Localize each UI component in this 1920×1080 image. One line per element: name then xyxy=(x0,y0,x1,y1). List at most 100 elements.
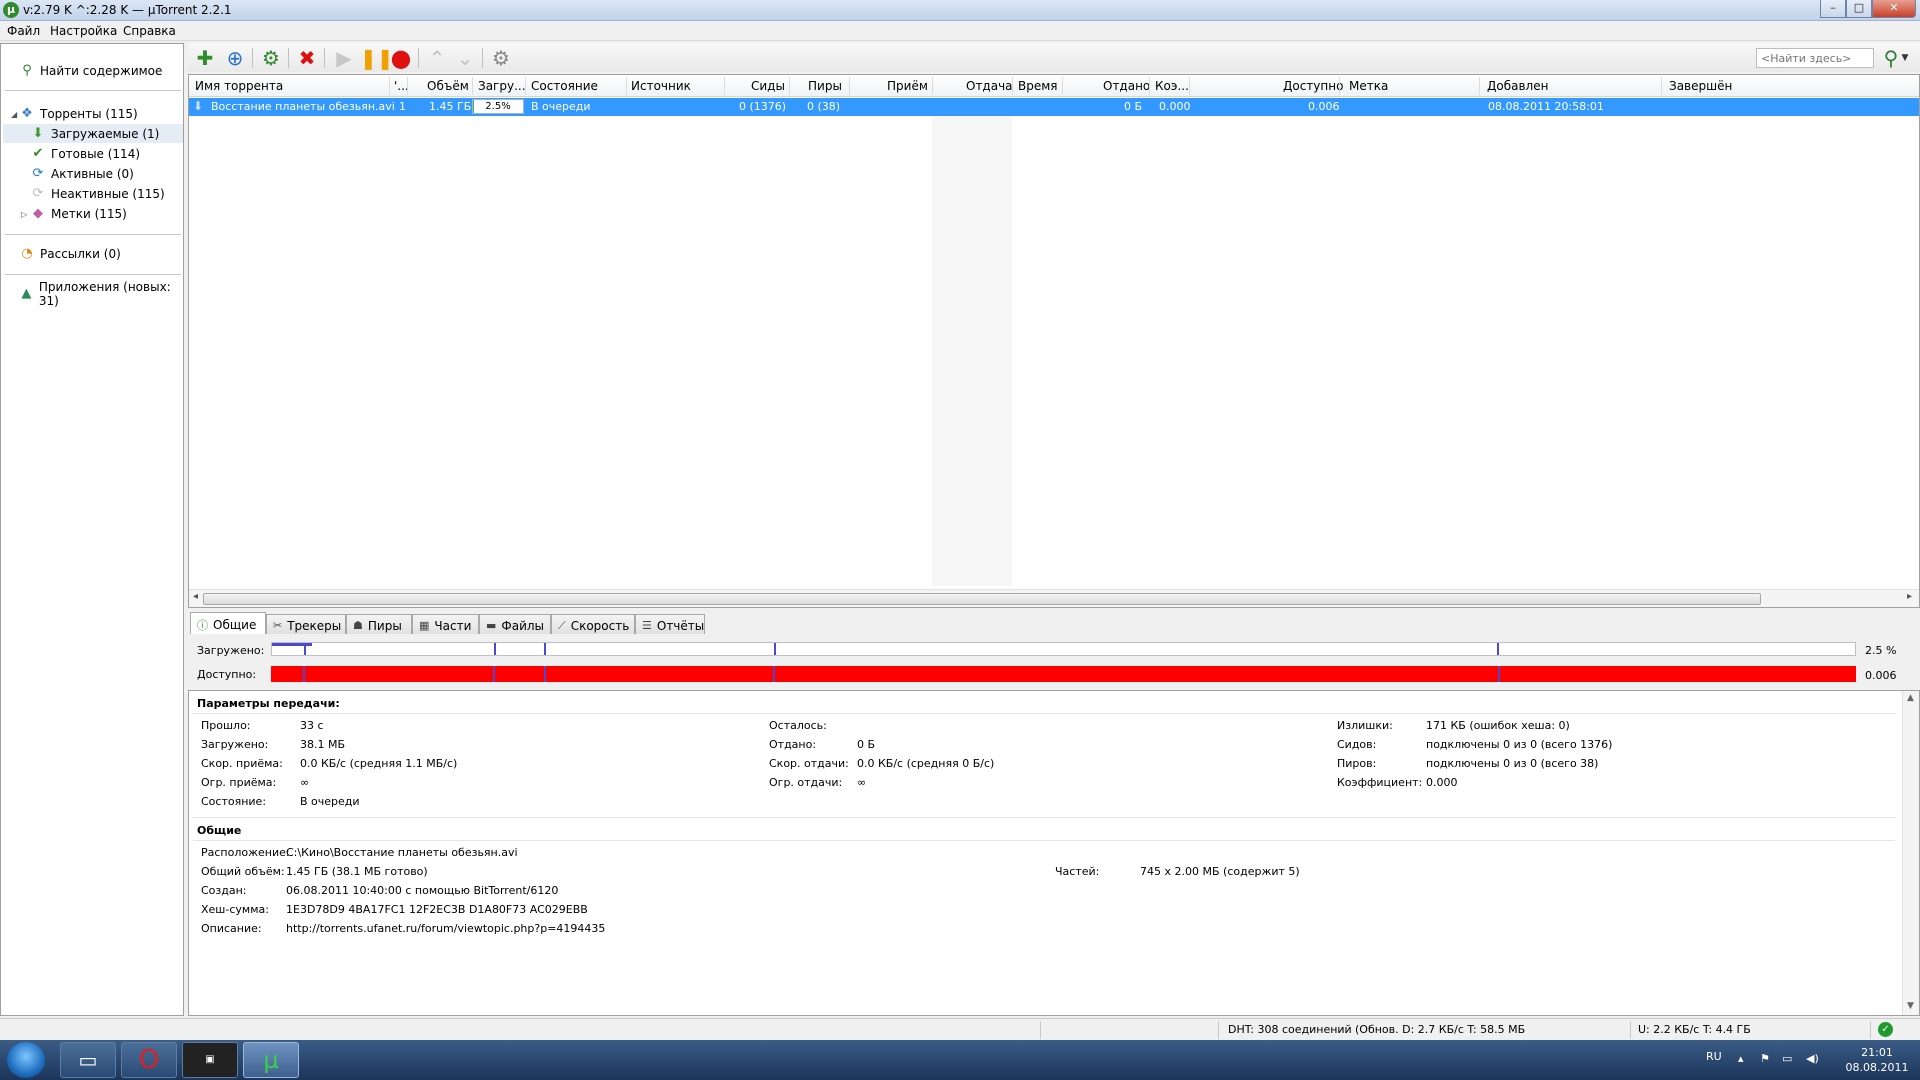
sidebar-item-downloading[interactable]: ⬇ Загружаемые (1) xyxy=(3,124,183,143)
torrent-name: Восстание планеты обезьян.avi xyxy=(211,100,395,113)
col-divider[interactable] xyxy=(1661,77,1662,95)
menu-file[interactable]: Файл xyxy=(7,24,40,38)
downloaded-pieces-bar xyxy=(271,642,1856,656)
sidebar-item-find-content[interactable]: ⚲ Найти содержимое xyxy=(19,61,179,80)
volume-tray-icon[interactable]: ◀) xyxy=(1806,1052,1819,1065)
minimize-button[interactable]: – xyxy=(1820,0,1846,18)
scroll-right-icon[interactable]: ▸ xyxy=(1907,591,1912,602)
sidebar-item-completed[interactable]: ✔ Готовые (114) xyxy=(30,144,180,163)
move-down-button[interactable]: ⌄ xyxy=(452,46,478,70)
close-button[interactable]: ✕ xyxy=(1872,0,1916,18)
col-header-download-speed[interactable]: Приём xyxy=(887,79,928,93)
sidebar-item-inactive[interactable]: ⟳ Неактивные (115) xyxy=(30,184,180,203)
sidebar-item-torrents[interactable]: ❖ Торренты (115) xyxy=(19,104,179,123)
collapse-triangle-icon[interactable]: ◢ xyxy=(11,110,17,119)
sidebar-item-labels[interactable]: ◆ Метки (115) xyxy=(30,204,180,223)
start-button[interactable] xyxy=(7,1042,45,1078)
upload-status[interactable]: U: 2.2 КБ/с T: 4.4 ГБ xyxy=(1638,1023,1751,1036)
stop-button[interactable]: ● xyxy=(388,46,414,70)
col-divider[interactable] xyxy=(407,77,408,95)
download-status[interactable]: (Обнов. D: 2.7 КБ/с T: 58.5 МБ xyxy=(1355,1023,1525,1036)
horizontal-scrollbar[interactable]: ◂ ▸ xyxy=(189,589,1919,607)
remove-button[interactable]: ✖ xyxy=(294,46,320,70)
sidebar-item-active[interactable]: ⟳ Активные (0) xyxy=(30,164,180,183)
search-dropdown-chevron-icon[interactable]: ▼ xyxy=(1898,46,1912,70)
preferences-gear-button[interactable]: ⚙ xyxy=(488,46,514,70)
language-indicator[interactable]: RU xyxy=(1706,1050,1722,1063)
col-divider[interactable] xyxy=(389,77,390,95)
tray-clock[interactable]: 21:01 08.08.2011 xyxy=(1842,1045,1912,1075)
tab-files[interactable]: ▬ Файлы xyxy=(479,614,551,634)
rss-icon: ◔ xyxy=(21,245,33,261)
scrollbar-thumb[interactable] xyxy=(203,593,1761,605)
col-divider[interactable] xyxy=(626,77,627,95)
add-torrent-button[interactable]: ✚ xyxy=(192,46,218,70)
tab-trackers[interactable]: ✂ Трекеры xyxy=(266,614,346,634)
col-divider[interactable] xyxy=(1012,77,1013,95)
explorer-taskbar-icon[interactable]: ▭ xyxy=(60,1042,116,1078)
upload-speed-value: 0.0 КБ/с (средняя 0 Б/с) xyxy=(857,757,995,770)
move-up-button[interactable]: ⌃ xyxy=(424,46,450,70)
network-ok-icon[interactable]: ✓ xyxy=(1878,1022,1893,1037)
col-header-name[interactable]: Имя торрента xyxy=(195,79,283,93)
tab-general[interactable]: ⓘ Общие xyxy=(190,612,266,634)
pause-button[interactable]: ❚❚ xyxy=(360,46,394,70)
col-divider[interactable] xyxy=(472,77,473,95)
utorrent-taskbar-icon[interactable]: µ xyxy=(243,1042,299,1078)
scroll-left-icon[interactable]: ◂ xyxy=(193,591,198,602)
col-header-status[interactable]: Состояние xyxy=(531,79,598,93)
tab-speed[interactable]: ⟋ Скорость xyxy=(551,614,635,634)
col-header-completed[interactable]: Завершён xyxy=(1669,79,1732,93)
tab-logger[interactable]: ☰ Отчёты xyxy=(635,614,705,634)
col-header-source[interactable]: Источник xyxy=(631,79,691,93)
col-divider[interactable] xyxy=(1189,77,1190,95)
vertical-scrollbar[interactable]: ▲ ▼ xyxy=(1902,691,1919,1015)
action-center-flag-icon[interactable]: ⚑ xyxy=(1760,1052,1770,1065)
comment-link[interactable]: http://torrents.ufanet.ru/forum/viewtopi… xyxy=(286,922,605,935)
col-divider[interactable] xyxy=(1339,77,1340,95)
search-input[interactable] xyxy=(1756,48,1874,68)
opera-taskbar-icon[interactable]: O xyxy=(121,1042,177,1078)
col-header-availability[interactable]: Доступно xyxy=(1283,79,1343,93)
clock-time: 21:01 xyxy=(1861,1046,1893,1059)
col-divider[interactable] xyxy=(789,77,790,95)
maximize-button[interactable]: □ xyxy=(1846,0,1872,18)
elapsed-key: Прошло: xyxy=(201,719,251,732)
menu-help[interactable]: Справка xyxy=(123,24,176,38)
col-divider[interactable] xyxy=(525,77,526,95)
dht-status[interactable]: DHT: 308 соединений xyxy=(1228,1023,1352,1036)
menu-settings[interactable]: Настройка xyxy=(50,24,117,38)
tray-expand-icon[interactable]: ▴ xyxy=(1738,1052,1744,1065)
col-divider[interactable] xyxy=(1062,77,1063,95)
col-header-added[interactable]: Добавлен xyxy=(1487,79,1548,93)
col-header-upload-speed[interactable]: Отдача xyxy=(966,79,1013,93)
create-torrent-button[interactable]: ⚙ xyxy=(258,46,284,70)
col-header-uploaded[interactable]: Отдано xyxy=(1103,79,1150,93)
scroll-up-icon[interactable]: ▲ xyxy=(1907,693,1914,703)
scroll-down-icon[interactable]: ▼ xyxy=(1907,1001,1914,1011)
game-taskbar-icon[interactable]: ▣ xyxy=(182,1042,238,1078)
sidebar-item-feeds[interactable]: ◔ Рассылки (0) xyxy=(19,244,179,263)
col-header-ratio[interactable]: Коэ... xyxy=(1155,79,1189,93)
col-header-seeds[interactable]: Сиды xyxy=(751,79,785,93)
col-divider[interactable] xyxy=(1479,77,1480,95)
add-url-button[interactable]: ⊕ xyxy=(222,46,248,70)
tab-peers[interactable]: ☗ Пиры xyxy=(346,614,412,634)
tab-pieces[interactable]: ▦ Части xyxy=(412,614,479,634)
col-divider[interactable] xyxy=(1149,77,1150,95)
expand-triangle-icon[interactable]: ▷ xyxy=(21,210,27,219)
inactive-icon: ⟳ xyxy=(32,185,44,201)
col-header-eta[interactable]: Время xyxy=(1018,79,1058,93)
start-button[interactable]: ▶ xyxy=(331,46,357,70)
network-tray-icon[interactable]: ▭ xyxy=(1782,1052,1792,1065)
col-divider[interactable] xyxy=(724,77,725,95)
col-header-size[interactable]: Объём xyxy=(427,79,469,93)
col-header-label[interactable]: Метка xyxy=(1349,79,1388,93)
table-row[interactable]: ⬇ Восстание планеты обезьян.avi 1 1.45 Г… xyxy=(189,98,1919,116)
col-divider[interactable] xyxy=(932,77,933,95)
col-header-peers[interactable]: Пиры xyxy=(808,79,842,93)
col-header-done[interactable]: Загру... xyxy=(478,79,526,93)
section-divider xyxy=(193,713,1895,714)
sidebar-item-apps[interactable]: ▲ Приложения (новых: 31) xyxy=(19,280,183,308)
col-divider[interactable] xyxy=(849,77,850,95)
